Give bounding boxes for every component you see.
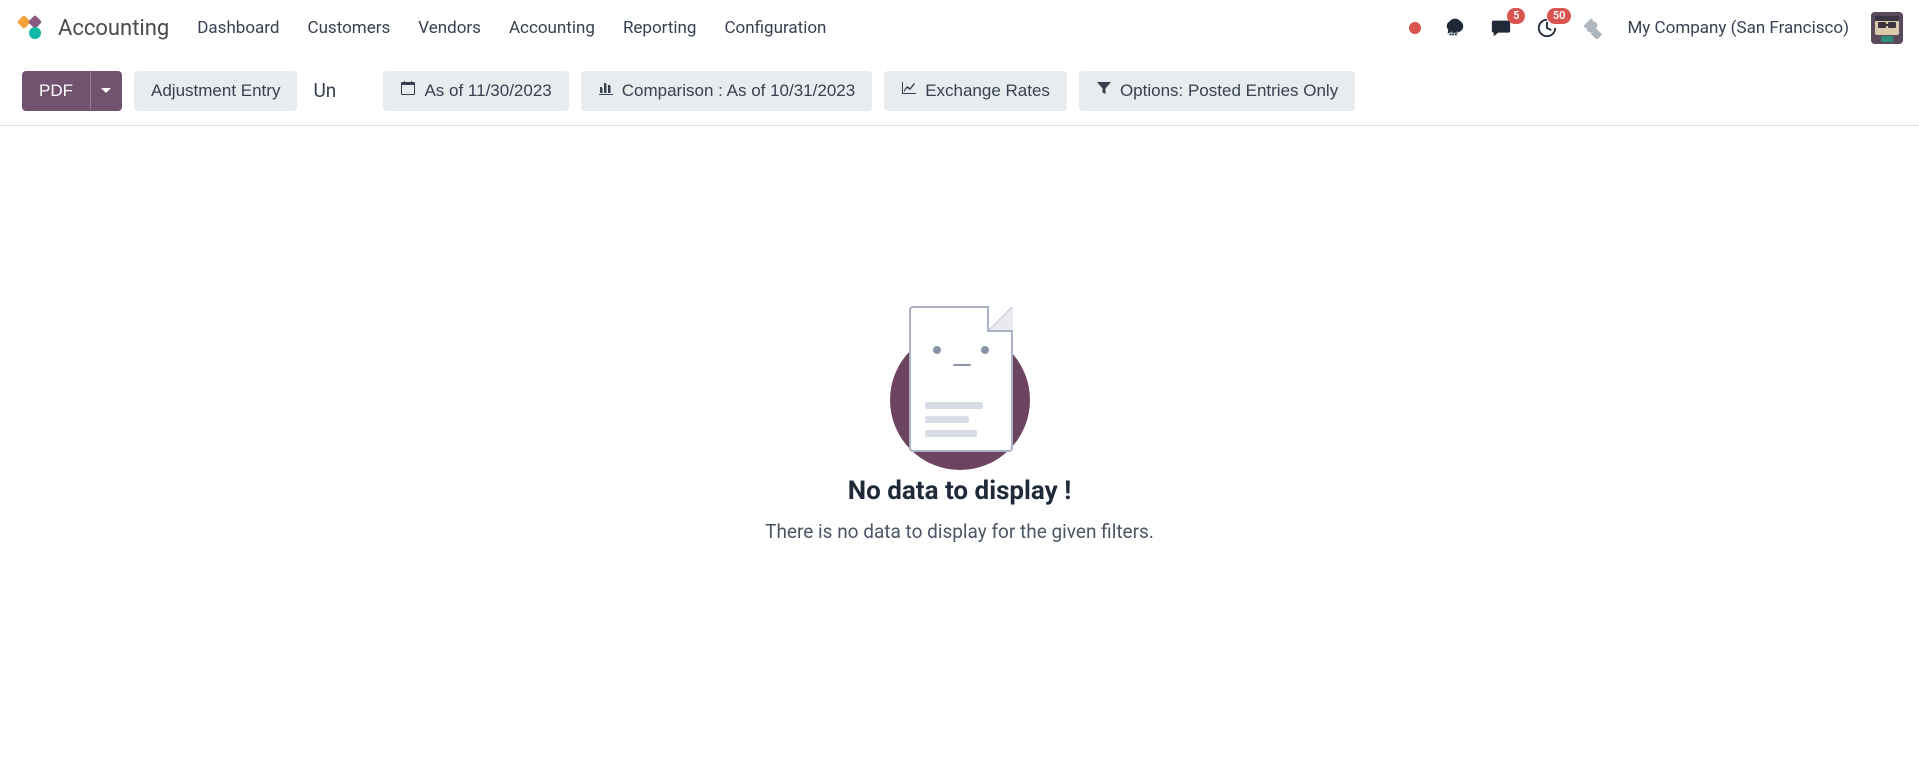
avatar[interactable]	[1871, 12, 1903, 44]
asof-filter-button[interactable]: As of 11/30/2023	[383, 71, 568, 111]
filter-icon	[1096, 80, 1112, 101]
options-filter-button[interactable]: Options: Posted Entries Only	[1079, 71, 1355, 111]
empty-subtitle: There is no data to display for the give…	[765, 520, 1154, 543]
report-content: No data to display ! There is no data to…	[0, 126, 1919, 543]
exchange-label: Exchange Rates	[925, 81, 1050, 101]
app-name[interactable]: Accounting	[58, 16, 169, 41]
pdf-dropdown-button[interactable]	[90, 71, 122, 111]
messages-icon[interactable]: 5	[1489, 16, 1513, 40]
empty-title: No data to display !	[848, 476, 1072, 506]
nav-configuration[interactable]: Configuration	[724, 18, 826, 38]
phone-icon[interactable]	[1443, 16, 1467, 40]
nav-right: 5 50 My Company (San Francisco)	[1409, 12, 1903, 44]
messages-badge: 5	[1507, 8, 1525, 24]
calendar-icon	[400, 80, 416, 101]
options-label: Options: Posted Entries Only	[1120, 81, 1338, 101]
empty-illustration-icon	[885, 306, 1035, 456]
report-toolbar: PDF Adjustment Entry Un As of 11/30/2023…	[0, 56, 1919, 126]
line-chart-icon	[901, 80, 917, 101]
nav-vendors[interactable]: Vendors	[418, 18, 481, 38]
adjustment-entry-button[interactable]: Adjustment Entry	[134, 71, 297, 111]
nav-customers[interactable]: Customers	[308, 18, 391, 38]
activities-icon[interactable]: 50	[1535, 16, 1559, 40]
navbar: Accounting Dashboard Customers Vendors A…	[0, 0, 1919, 56]
status-dot-icon	[1409, 22, 1421, 34]
nav-menu: Dashboard Customers Vendors Accounting R…	[197, 18, 1409, 38]
tools-icon[interactable]	[1581, 16, 1605, 40]
activities-badge: 50	[1547, 8, 1572, 24]
exchange-rates-button[interactable]: Exchange Rates	[884, 71, 1067, 111]
company-switcher[interactable]: My Company (San Francisco)	[1627, 18, 1849, 38]
nav-accounting[interactable]: Accounting	[509, 18, 595, 38]
nav-reporting[interactable]: Reporting	[623, 18, 697, 38]
app-logo[interactable]	[16, 14, 44, 42]
comparison-label: Comparison : As of 10/31/2023	[622, 81, 855, 101]
pdf-button-group: PDF	[22, 71, 122, 111]
truncated-label: Un	[313, 79, 339, 102]
nav-dashboard[interactable]: Dashboard	[197, 18, 279, 38]
bar-chart-icon	[598, 80, 614, 101]
asof-label: As of 11/30/2023	[424, 81, 551, 101]
comparison-filter-button[interactable]: Comparison : As of 10/31/2023	[581, 71, 872, 111]
pdf-button[interactable]: PDF	[22, 71, 90, 111]
caret-down-icon	[101, 88, 111, 93]
